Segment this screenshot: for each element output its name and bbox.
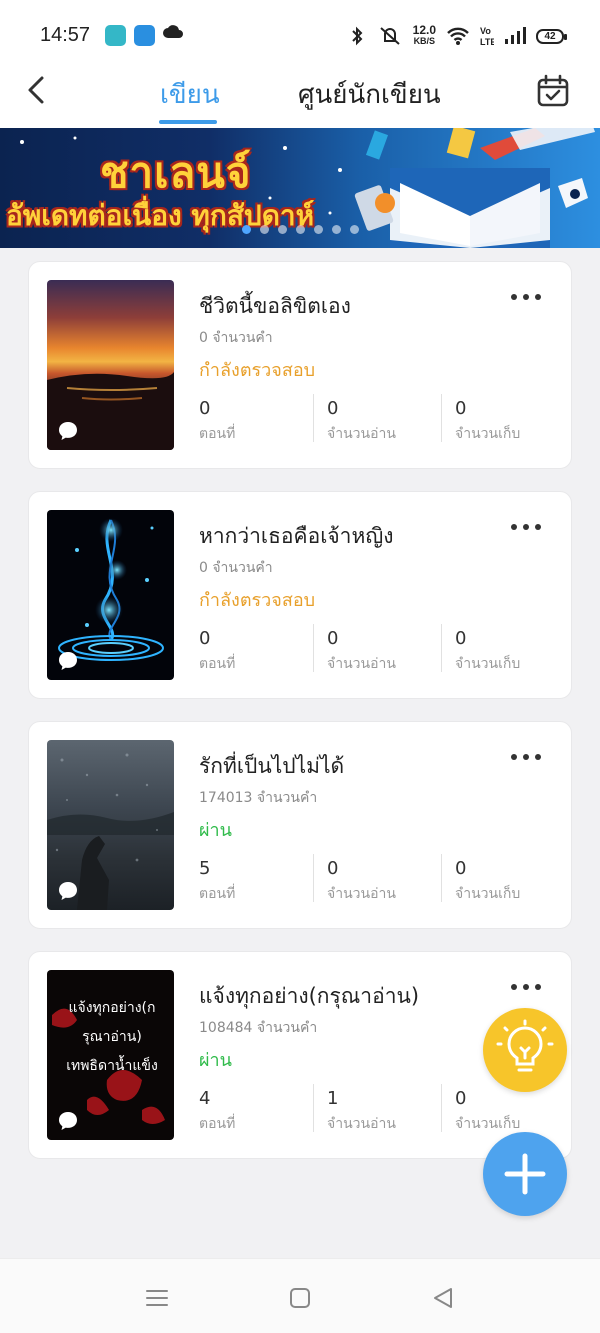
stat-saves: 0 จำนวนเก็บ <box>455 1088 521 1132</box>
work-card[interactable]: รักที่เป็นไปไม่ได้ 174013 จำนวนคำ ผ่าน 5… <box>28 721 572 929</box>
mute-icon <box>379 27 400 45</box>
work-title[interactable]: ชีวิตนี้ขอลิขิตเอง <box>199 290 351 323</box>
home-square-icon[interactable] <box>287 1285 313 1311</box>
divider <box>441 394 442 442</box>
word-count: 0 จำนวนคำ <box>199 560 273 576</box>
tab-writer-center[interactable]: ศูนย์นักเขียน <box>298 74 441 115</box>
status-bar: 14:57 12.0 KB/S Vo LTE 42 <box>0 0 600 70</box>
word-count: 108484 จำนวนคำ <box>199 1020 318 1036</box>
book-cover-image <box>47 740 174 910</box>
divider <box>313 394 314 442</box>
stat-reads: 0 จำนวนอ่าน <box>327 398 396 442</box>
status-badge: ผ่าน <box>199 1050 232 1071</box>
wifi-icon <box>447 27 469 45</box>
status-time: 14:57 <box>40 24 91 46</box>
work-title[interactable]: แจ้งทุกอย่าง(กรุณาอ่าน) <box>199 980 419 1013</box>
work-title[interactable]: หากว่าเธอคือเจ้าหญิง <box>199 520 393 553</box>
stat-reads: 0 จำนวนอ่าน <box>327 628 396 672</box>
word-count: 0 จำนวนคำ <box>199 330 273 346</box>
banner-dot[interactable] <box>278 225 287 234</box>
more-icon[interactable] <box>511 984 541 992</box>
status-badge: กำลังตรวจสอบ <box>199 590 316 611</box>
stat-episodes: 4 ตอนที่ <box>199 1088 236 1132</box>
signal-icon <box>505 27 526 44</box>
menu-icon[interactable] <box>144 1285 170 1311</box>
banner-dot[interactable] <box>350 225 359 234</box>
app-notification-icon <box>105 25 126 46</box>
stat-reads: 0 จำนวนอ่าน <box>327 858 396 902</box>
banner-dot[interactable] <box>314 225 323 234</box>
header: เขียน ศูนย์นักเขียน <box>0 70 600 128</box>
cloud-icon <box>163 25 183 38</box>
stat-episodes: 5 ตอนที่ <box>199 858 236 902</box>
stat-saves: 0 จำนวนเก็บ <box>455 398 521 442</box>
comment-icon <box>59 1112 77 1130</box>
idea-button[interactable] <box>483 1008 567 1092</box>
banner-pagination <box>242 225 359 234</box>
status-badge: กำลังตรวจสอบ <box>199 360 316 381</box>
divider <box>441 1084 442 1132</box>
tab-write[interactable]: เขียน <box>160 74 220 115</box>
network-speed: 12.0 KB/S <box>412 23 436 46</box>
back-triangle-icon[interactable] <box>430 1285 456 1311</box>
lightbulb-icon <box>496 1019 554 1072</box>
divider <box>313 854 314 902</box>
stat-saves: 0 จำนวนเก็บ <box>455 628 521 672</box>
comment-icon <box>59 652 77 670</box>
book-cover-image <box>47 280 174 450</box>
work-card[interactable]: หากว่าเธอคือเจ้าหญิง 0 จำนวนคำ กำลังตรวจ… <box>28 491 572 699</box>
svg-text:LTE: LTE <box>480 37 494 47</box>
stat-episodes: 0 ตอนที่ <box>199 628 236 672</box>
status-badge: ผ่าน <box>199 820 232 841</box>
stat-saves: 0 จำนวนเก็บ <box>455 858 521 902</box>
volte-icon: VoLTE <box>480 26 494 47</box>
svg-text:Vo: Vo <box>480 26 491 36</box>
divider <box>313 1084 314 1132</box>
battery-icon: 42 <box>536 28 567 44</box>
more-icon[interactable] <box>511 754 541 762</box>
active-tab-indicator <box>159 120 217 124</box>
more-icon[interactable] <box>511 524 541 532</box>
comment-icon <box>59 422 77 440</box>
work-card[interactable]: ชีวิตนี้ขอลิขิตเอง 0 จำนวนคำ กำลังตรวจสอ… <box>28 261 572 469</box>
banner-dot[interactable] <box>332 225 341 234</box>
word-count: 174013 จำนวนคำ <box>199 790 318 806</box>
divider <box>313 624 314 672</box>
comment-icon <box>59 882 77 900</box>
bluetooth-icon <box>351 26 363 46</box>
back-arrow-icon[interactable] <box>24 72 52 108</box>
banner-dot[interactable] <box>242 225 251 234</box>
banner-dot[interactable] <box>296 225 305 234</box>
work-title[interactable]: รักที่เป็นไปไม่ได้ <box>199 750 344 783</box>
system-nav-bar <box>0 1258 600 1333</box>
cloud-app-notification-icon <box>134 25 155 46</box>
calendar-check-icon[interactable] <box>536 74 570 108</box>
plus-icon <box>504 1153 546 1195</box>
divider <box>441 624 442 672</box>
add-work-button[interactable] <box>483 1132 567 1216</box>
open-book-illustration <box>354 128 595 248</box>
cover-caption: แจ้งทุกอย่าง(ก รุณาอ่าน) เทพธิดาน้ำแข็ง <box>66 1000 158 1074</box>
banner-dot[interactable] <box>260 225 269 234</box>
book-cover-image: แจ้งทุกอย่าง(ก รุณาอ่าน) เทพธิดาน้ำแข็ง <box>47 970 174 1140</box>
divider <box>441 854 442 902</box>
more-icon[interactable] <box>511 294 541 302</box>
book-cover-image <box>47 510 174 680</box>
stat-episodes: 0 ตอนที่ <box>199 398 236 442</box>
stat-reads: 1 จำนวนอ่าน <box>327 1088 396 1132</box>
